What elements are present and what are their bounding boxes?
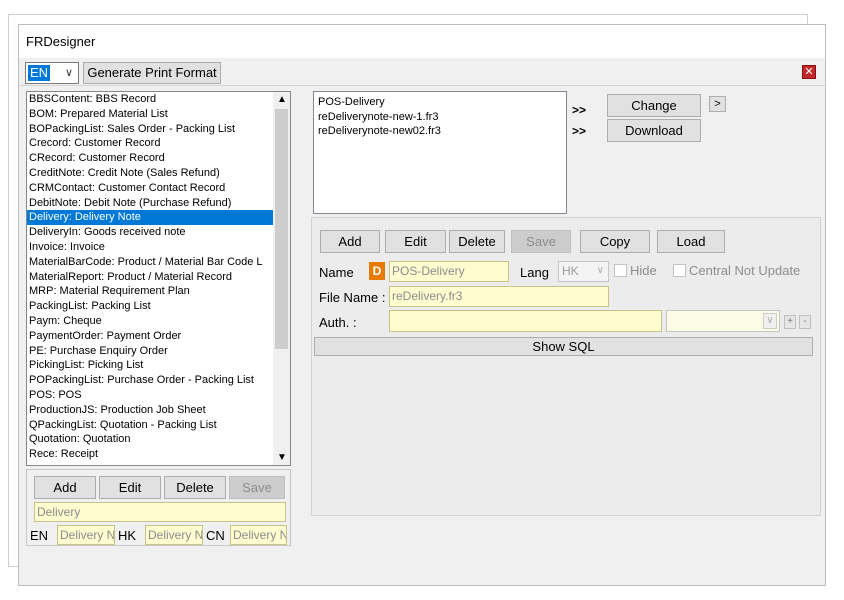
- scroll-thumb[interactable]: [275, 109, 288, 349]
- list-item[interactable]: Invoice: Invoice: [27, 240, 273, 255]
- default-badge: D: [369, 262, 385, 280]
- format-file-list[interactable]: POS-Delivery reDeliverynote-new-1.fr3 re…: [313, 91, 567, 214]
- list-item[interactable]: PickingList: Picking List: [27, 358, 273, 373]
- record-edit-button[interactable]: Edit: [99, 476, 161, 499]
- central-not-update-checkbox[interactable]: [673, 264, 686, 277]
- scroll-up-icon[interactable]: ▲: [277, 94, 287, 105]
- scroll-down-icon[interactable]: ▼: [277, 452, 287, 463]
- list-item[interactable]: PE: Purchase Enquiry Order: [27, 344, 273, 359]
- auth-label: Auth. :: [319, 315, 357, 330]
- auth-add-button[interactable]: +: [784, 315, 796, 329]
- central-not-update-label: Central Not Update: [689, 263, 801, 278]
- list-item[interactable]: POPackingList: Purchase Order - Packing …: [27, 373, 273, 388]
- chevron-down-icon: ∨: [763, 313, 777, 329]
- list-scrollbar[interactable]: ▲ ▼: [273, 92, 290, 465]
- language-value: EN: [28, 65, 51, 81]
- hide-label: Hide: [630, 263, 657, 278]
- file-name-label: File Name :: [319, 290, 386, 305]
- list-item[interactable]: MaterialBarCode: Product / Material Bar …: [27, 255, 273, 270]
- list-item[interactable]: BOPackingList: Sales Order - Packing Lis…: [27, 122, 273, 137]
- list-item[interactable]: QPackingList: Quotation - Packing List: [27, 418, 273, 433]
- show-sql-button[interactable]: Show SQL: [314, 337, 813, 356]
- toolbar: EN ∨ Generate Print Format ✕: [19, 58, 825, 86]
- format-name-field[interactable]: POS-Delivery: [389, 261, 509, 282]
- format-edit-button[interactable]: Edit: [385, 230, 446, 253]
- list-item[interactable]: CreditNote: Credit Note (Sales Refund): [27, 166, 273, 181]
- background-window-edge: [24, 585, 816, 595]
- en-label: EN: [30, 528, 49, 543]
- close-icon[interactable]: ✕: [802, 65, 816, 79]
- format-form-panel: Add Edit Delete Save Copy Load Name D PO…: [311, 217, 821, 516]
- language-select[interactable]: EN ∨: [25, 62, 79, 84]
- format-save-button[interactable]: Save: [511, 230, 571, 253]
- list-item[interactable]: DebitNote: Debit Note (Purchase Refund): [27, 196, 273, 211]
- record-delete-button[interactable]: Delete: [164, 476, 226, 499]
- generate-print-format-button[interactable]: Generate Print Format: [83, 62, 221, 84]
- list-item[interactable]: CRMContact: Customer Contact Record: [27, 181, 273, 196]
- list-item[interactable]: Quotation: Quotation: [27, 432, 273, 447]
- list-item[interactable]: reDeliverynote-new-1.fr3: [318, 110, 566, 125]
- title-bar: FRDesigner: [19, 25, 825, 58]
- arrow-download-indicator: >>: [572, 124, 587, 138]
- list-item[interactable]: MaterialReport: Product / Material Recor…: [27, 270, 273, 285]
- cn-label: CN: [206, 528, 225, 543]
- record-add-button[interactable]: Add: [34, 476, 96, 499]
- auth-remove-button[interactable]: -: [799, 315, 811, 329]
- record-save-button[interactable]: Save: [229, 476, 285, 499]
- cn-name-field[interactable]: Delivery N: [230, 525, 287, 545]
- list-item[interactable]: Rece: Receipt: [27, 447, 273, 462]
- list-item[interactable]: PaymentOrder: Payment Order: [27, 329, 273, 344]
- list-item[interactable]: BBSContent: BBS Record: [27, 92, 273, 107]
- format-copy-button[interactable]: Copy: [580, 230, 650, 253]
- list-item[interactable]: MRP: Material Requirement Plan: [27, 284, 273, 299]
- en-name-field[interactable]: Delivery N: [57, 525, 115, 545]
- format-add-button[interactable]: Add: [320, 230, 380, 253]
- list-item[interactable]: DeliveryIn: Goods received note: [27, 225, 273, 240]
- list-item[interactable]: ProductionJS: Production Job Sheet: [27, 403, 273, 418]
- frdesigner-window: FRDesigner EN ∨ Generate Print Format ✕ …: [18, 24, 826, 586]
- lang-select[interactable]: HK ∨: [558, 261, 609, 282]
- lang-label: Lang: [520, 265, 549, 280]
- list-item[interactable]: CRecord: Customer Record: [27, 151, 273, 166]
- list-item[interactable]: Crecord: Customer Record: [27, 136, 273, 151]
- list-item[interactable]: Paym: Cheque: [27, 314, 273, 329]
- download-button[interactable]: Download: [607, 119, 701, 142]
- list-item[interactable]: POS-Delivery: [318, 95, 566, 110]
- lang-select-value: HK: [562, 264, 579, 278]
- chevron-down-icon: ∨: [64, 67, 73, 79]
- format-load-button[interactable]: Load: [657, 230, 725, 253]
- auth-select[interactable]: ∨: [666, 310, 780, 332]
- auth-field[interactable]: [389, 310, 662, 332]
- hk-name-field[interactable]: Delivery N: [145, 525, 203, 545]
- expand-button[interactable]: >: [709, 96, 726, 112]
- list-item[interactable]: PackingList: Packing List: [27, 299, 273, 314]
- list-item[interactable]: Delivery: Delivery Note: [27, 210, 273, 226]
- record-edit-panel: Add Edit Delete Save Delivery EN Deliver…: [26, 469, 291, 546]
- hide-checkbox[interactable]: [614, 264, 627, 277]
- file-name-field[interactable]: reDelivery.fr3: [389, 286, 609, 307]
- chevron-down-icon: ∨: [596, 265, 604, 276]
- record-name-field[interactable]: Delivery: [34, 502, 286, 522]
- format-delete-button[interactable]: Delete: [449, 230, 505, 253]
- list-item[interactable]: reDeliverynote-new02.fr3: [318, 124, 566, 139]
- list-item[interactable]: BOM: Prepared Material List: [27, 107, 273, 122]
- window-title: FRDesigner: [26, 34, 96, 49]
- record-list[interactable]: BBSContent: BBS Record BOM: Prepared Mate…: [26, 91, 291, 466]
- list-item[interactable]: POS: POS: [27, 388, 273, 403]
- name-label: Name: [319, 265, 354, 280]
- hk-label: HK: [118, 528, 137, 543]
- arrow-change-indicator: >>: [572, 103, 587, 117]
- change-button[interactable]: Change: [607, 94, 701, 117]
